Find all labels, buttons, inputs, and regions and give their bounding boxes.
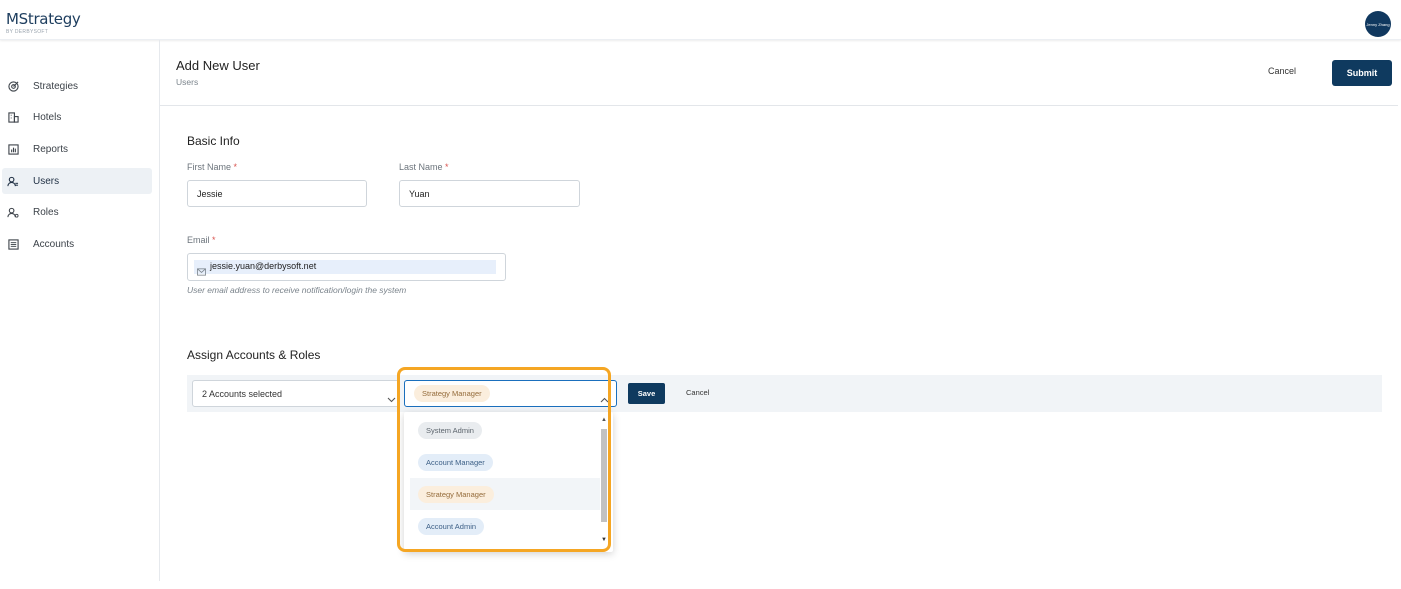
role-option-strategy-manager[interactable]: Strategy Manager xyxy=(410,478,600,510)
scroll-up-icon[interactable]: ▲ xyxy=(601,417,607,423)
role-option-label: Account Manager xyxy=(418,454,493,471)
first-name-label-text: First Name xyxy=(187,162,232,172)
scroll-down-icon[interactable]: ▼ xyxy=(601,537,607,543)
first-name-label: First Name * xyxy=(187,162,237,172)
sidebar-item-label: Users xyxy=(33,175,60,187)
logo-subtitle: BY DERBYSOFT xyxy=(6,29,49,35)
last-name-field[interactable] xyxy=(399,180,580,207)
email-label-text: Email xyxy=(187,235,210,245)
sidebar-item-label: Hotels xyxy=(33,111,62,123)
sidebar-item-label: Strategies xyxy=(33,80,79,92)
submit-button[interactable]: Submit xyxy=(1332,60,1392,86)
target-icon xyxy=(7,80,19,92)
sidebar-item-label: Roles xyxy=(33,206,59,218)
save-button[interactable]: Save xyxy=(628,383,665,404)
chevron-down-icon xyxy=(387,390,396,408)
basic-info-title: Basic Info xyxy=(187,134,240,148)
role-option-label: Strategy Manager xyxy=(418,486,494,503)
sidebar-item-accounts[interactable]: Accounts xyxy=(2,231,152,257)
user-role-icon xyxy=(7,206,19,218)
user-avatar[interactable]: Jenny Zhang xyxy=(1365,11,1391,37)
email-hint: User email address to receive notificati… xyxy=(187,285,407,295)
role-option-account-admin[interactable]: Account Admin xyxy=(410,510,600,542)
app-logo[interactable]: MStrategy BY DERBYSOFT xyxy=(6,10,81,35)
role-option-label: Account Admin xyxy=(418,518,485,535)
sidebar-item-label: Accounts xyxy=(33,238,75,250)
accounts-select[interactable]: 2 Accounts selected xyxy=(192,380,400,407)
sidebar-item-roles[interactable]: Roles xyxy=(2,199,152,225)
assign-cancel-button[interactable]: Cancel xyxy=(686,388,709,397)
sidebar-item-users[interactable]: Users xyxy=(2,168,152,194)
sidebar-item-strategies[interactable]: Strategies xyxy=(2,73,152,99)
chart-icon xyxy=(7,143,19,155)
last-name-label: Last Name * xyxy=(399,162,449,172)
roles-select[interactable]: Strategy Manager xyxy=(404,380,617,407)
accounts-icon xyxy=(7,238,19,250)
email-value: jessie.yuan@derbysoft.net xyxy=(210,261,317,271)
sidebar-item-label: Reports xyxy=(33,143,69,155)
assign-section-title: Assign Accounts & Roles xyxy=(187,348,321,362)
top-bar: MStrategy BY DERBYSOFT Jenny Zhang xyxy=(0,0,1401,40)
scroll-thumb[interactable] xyxy=(601,429,607,522)
users-icon xyxy=(7,175,19,187)
dropdown-scrollbar[interactable]: ▲ ▼ xyxy=(600,417,609,549)
sidebar: Strategies Hotels Reports Users Roles Ac… xyxy=(0,40,160,581)
roles-dropdown: System Admin Account Manager Strategy Ma… xyxy=(404,412,613,552)
email-label: Email * xyxy=(187,235,216,245)
logo-text: MStrategy xyxy=(6,10,81,28)
role-option-label: System Admin xyxy=(418,422,482,439)
accounts-select-value: 2 Accounts selected xyxy=(202,389,283,399)
breadcrumb[interactable]: Users xyxy=(176,77,198,87)
building-icon xyxy=(7,111,19,123)
role-option-system-admin[interactable]: System Admin xyxy=(410,414,600,446)
required-mark: * xyxy=(233,162,238,172)
page-title: Add New User xyxy=(176,58,260,73)
first-name-field[interactable] xyxy=(187,180,367,207)
email-field[interactable]: jessie.yuan@derbysoft.net xyxy=(187,253,506,281)
role-option-account-manager[interactable]: Account Manager xyxy=(410,446,600,478)
sidebar-item-reports[interactable]: Reports xyxy=(2,136,152,162)
sidebar-item-hotels[interactable]: Hotels xyxy=(2,104,152,130)
last-name-label-text: Last Name xyxy=(399,162,443,172)
selected-role-tag: Strategy Manager xyxy=(414,385,490,402)
required-mark: * xyxy=(212,235,216,245)
chevron-up-icon xyxy=(600,390,609,408)
mail-icon xyxy=(197,263,206,281)
header-divider xyxy=(160,105,1398,106)
required-mark: * xyxy=(445,162,449,172)
header-cancel-button[interactable]: Cancel xyxy=(1268,66,1296,76)
